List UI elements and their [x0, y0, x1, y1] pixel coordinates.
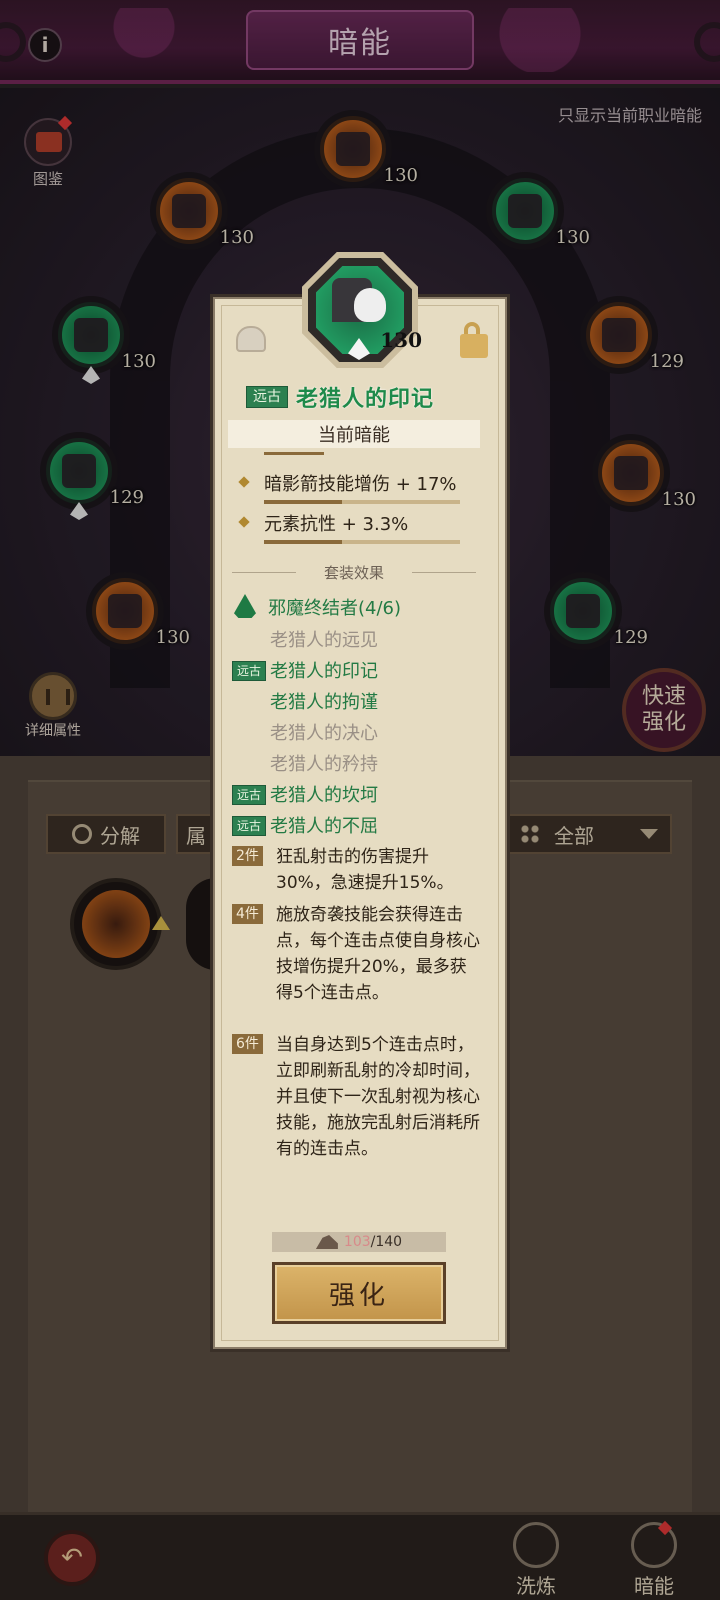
current-energy-header: 当前暗能	[228, 420, 480, 448]
set-item-label: 老猎人的远见	[270, 630, 378, 651]
set-item-label: 老猎人的坎坷	[270, 785, 378, 806]
diamond-bullet-icon	[238, 476, 250, 488]
helmet-slot-icon	[236, 326, 266, 352]
set-item-label: 老猎人的拘谨	[270, 692, 378, 713]
set-item-row: 老猎人的拘谨	[228, 686, 492, 716]
bonus-text: 狂乱射击的伤害提升30%，急速提升15%。	[276, 847, 454, 893]
enhance-button[interactable]: 强化	[272, 1262, 446, 1324]
rarity-tag: 远古	[232, 661, 267, 681]
material-required: /140	[370, 1234, 403, 1250]
material-cost: 103/140	[272, 1232, 446, 1252]
set-item-label: 老猎人的矜持	[270, 754, 378, 775]
set-item-label: 老猎人的印记	[270, 661, 378, 682]
diamond-bullet-icon	[238, 516, 250, 528]
set-bonus: 6件 当自身达到5个连击点时，立即刷新乱射的冷却时间，并且使下一次乱射视为核心技…	[228, 1032, 492, 1192]
set-item-label: 老猎人的决心	[270, 723, 378, 744]
set-effect-divider: 套装效果	[228, 562, 480, 583]
bonus-pieces: 4件	[232, 904, 263, 924]
stat-row: 元素抗性 + 3.3%	[228, 506, 480, 546]
stat-progress	[264, 500, 460, 504]
stat-text: 暗影箭技能增伤 + 17%	[264, 474, 457, 495]
item-name: 老猎人的印记	[296, 387, 435, 412]
rarity-tag: 远古	[232, 785, 267, 805]
enhance-label: 强化	[328, 1280, 389, 1311]
item-level: 130	[380, 328, 422, 352]
current-energy-label: 当前暗能	[318, 425, 390, 446]
item-emblem: 130	[302, 252, 422, 368]
ore-icon	[315, 1235, 338, 1249]
set-item-row: 老猎人的决心	[228, 717, 492, 747]
set-item-row: 老猎人的远见	[228, 624, 492, 654]
set-bonus: 4件 施放奇袭技能会获得连击点，每个连击点使自身核心技增伤提升20%，最多获得5…	[228, 902, 492, 1028]
set-hood-icon	[234, 594, 256, 618]
stat-row: 暗影箭技能增伤 + 17%	[228, 466, 480, 506]
bonus-text: 施放奇袭技能会获得连击点，每个连击点使自身核心技增伤提升20%，最多获得5个连击…	[276, 905, 480, 1003]
item-title-row: 远古 老猎人的印记	[246, 380, 476, 414]
rarity-tag: 远古	[246, 386, 288, 408]
set-item-row: 老猎人的矜持	[228, 748, 492, 778]
set-name: 邪魔终结者(4/6)	[268, 598, 402, 619]
skull-icon	[354, 288, 386, 322]
set-name-row: 邪魔终结者(4/6)	[228, 592, 492, 622]
set-item-row: 远古 老猎人的坎坷	[228, 779, 492, 809]
detail-scroll-area[interactable]: 暗影箭技能增伤 + 17% 元素抗性 + 3.3% 套装效果 邪魔终结者(4/6…	[228, 452, 492, 1212]
set-item-label: 老猎人的不屈	[270, 816, 378, 837]
bonus-pieces: 6件	[232, 1034, 263, 1054]
rarity-tag: 远古	[232, 816, 267, 836]
unlock-icon[interactable]	[460, 322, 488, 358]
stat-text: 元素抗性 + 3.3%	[264, 514, 409, 535]
set-item-row: 远古 老猎人的不屈	[228, 810, 492, 840]
material-owned: 103	[343, 1234, 371, 1250]
set-item-row: 远古 老猎人的印记	[228, 655, 492, 685]
bonus-text: 当自身达到5个连击点时，立即刷新乱射的冷却时间，并且使下一次乱射视为核心技能，施…	[276, 1035, 480, 1159]
stat-progress	[264, 540, 460, 544]
bonus-pieces: 2件	[232, 846, 263, 866]
set-bonus: 2件 狂乱射击的伤害提升30%，急速提升15%。	[228, 844, 492, 900]
